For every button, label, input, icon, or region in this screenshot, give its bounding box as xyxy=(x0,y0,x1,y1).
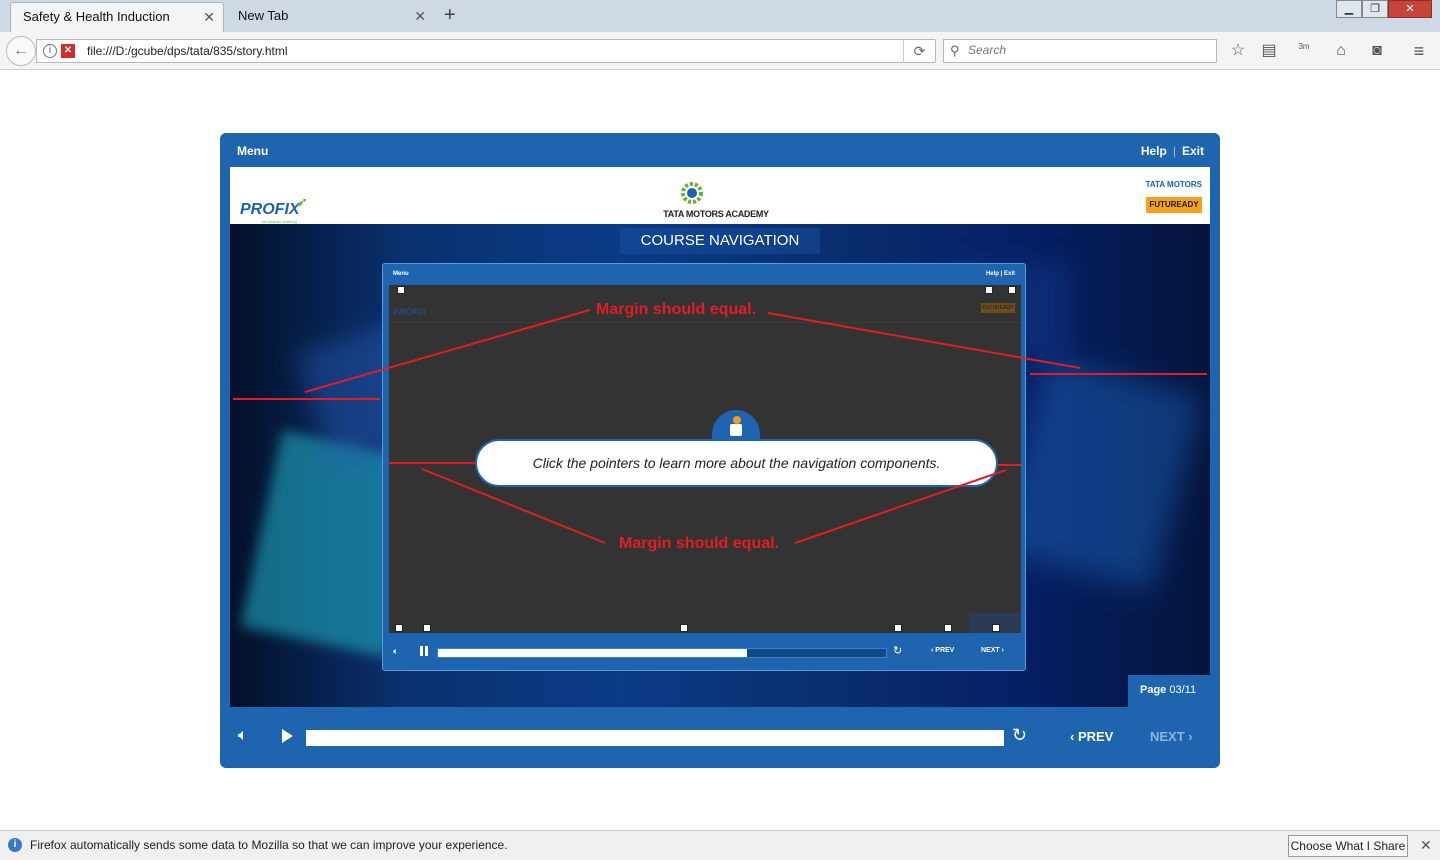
page-number: 03/11 xyxy=(1169,684,1197,696)
url-bar[interactable]: i ✕ file:///D:/gcube/dps/tata/835/story.… xyxy=(36,39,936,63)
course-top-bar: Menu Help | Exit xyxy=(220,133,1220,167)
selection-handle[interactable] xyxy=(395,624,403,632)
bookmark-star-icon[interactable]: ☆ xyxy=(1228,41,1248,61)
page-indicator: Page 03/11 xyxy=(1128,675,1210,707)
tab-label: New Tab xyxy=(238,8,289,23)
selection-handle[interactable] xyxy=(985,286,993,294)
selection-handle[interactable] xyxy=(992,624,1000,632)
menu-button[interactable]: Menu xyxy=(237,144,268,158)
reading-list-icon[interactable]: ▤ xyxy=(1259,41,1279,61)
tab-safety-health-induction[interactable]: Safety & Health Induction ✕ xyxy=(10,2,224,32)
download-icon[interactable]: 3m xyxy=(1294,41,1314,61)
url-text[interactable]: file:///D:/gcube/dps/tata/835/story.html xyxy=(87,44,288,58)
maximize-button[interactable]: ❐ xyxy=(1362,0,1388,18)
site-info-icon[interactable]: i xyxy=(43,44,57,58)
close-tab-icon[interactable]: ✕ xyxy=(203,9,215,26)
swoosh-icon: ➶ xyxy=(296,195,307,209)
embedded-controls: 🔈︎ ↻ ‹ PREV NEXT › xyxy=(383,640,1025,664)
annotation-bottom: Margin should equal. xyxy=(619,535,780,552)
page-favicon-icon: ✕ xyxy=(61,44,75,58)
notification-text: Firefox automatically sends some data to… xyxy=(30,838,508,852)
separator: | xyxy=(1172,144,1176,158)
hamburger-menu-icon[interactable]: ≡ xyxy=(1409,41,1429,61)
help-exit-links: Help | Exit xyxy=(1141,144,1204,158)
decorative-glow xyxy=(996,356,1204,592)
reload-icon[interactable]: ⟳ xyxy=(903,40,935,62)
embedded-volume-icon: 🔈︎ xyxy=(393,646,399,656)
browser-nav-bar: ← i ✕ file:///D:/gcube/dps/tata/835/stor… xyxy=(0,32,1440,70)
divider xyxy=(389,322,1021,323)
academy-logo-text: TATA MOTORS ACADEMY xyxy=(663,209,769,219)
selection-handle[interactable] xyxy=(944,624,952,632)
embedded-prev-label: ‹ PREV xyxy=(931,647,955,654)
home-icon[interactable]: ⌂ xyxy=(1331,41,1351,61)
pointer-glyph xyxy=(730,424,742,436)
minimize-button[interactable]: ▁ xyxy=(1336,0,1362,18)
profix-logo: PROFIX ➶ xyxy=(240,195,307,218)
prev-button[interactable]: ‹ PREV xyxy=(1070,729,1113,744)
embedded-menu-label: Menu xyxy=(393,271,409,277)
window-controls: ▁ ❐ ✕ xyxy=(1336,0,1432,18)
slide-title: COURSE NAVIGATION xyxy=(640,232,800,249)
player-controls: 🔈︎ ↻ ‹ PREV NEXT › xyxy=(220,715,1220,761)
annotation-top: Margin should equal. xyxy=(596,301,757,318)
new-tab-plus-icon[interactable]: + xyxy=(444,4,456,27)
instruction-callout: Click the pointers to learn more about t… xyxy=(475,439,998,487)
tab-label: Safety & Health Induction xyxy=(23,9,170,24)
logo-banner: PROFIX ➶ for smarter learning TATA MOTORS… xyxy=(230,167,1210,224)
search-bar[interactable]: ⚲ xyxy=(943,39,1217,63)
close-window-button[interactable]: ✕ xyxy=(1388,0,1432,18)
tab-new-tab[interactable]: New Tab ✕ xyxy=(226,2,434,32)
selection-handle[interactable] xyxy=(1008,286,1016,294)
futuready-logo: FUTUREADY xyxy=(1146,197,1202,213)
close-notification-icon[interactable]: ✕ xyxy=(1420,837,1432,854)
embedded-profix-logo: PROFIX xyxy=(393,307,427,317)
download-badge: 3m xyxy=(1298,42,1310,51)
embedded-seek-bar xyxy=(437,648,887,658)
info-icon: i xyxy=(8,838,22,852)
seek-bar[interactable] xyxy=(306,730,1004,746)
embedded-replay-icon: ↻ xyxy=(893,645,903,657)
replay-icon[interactable]: ↻ xyxy=(1012,725,1027,746)
exit-link[interactable]: Exit xyxy=(1182,144,1204,158)
embedded-help-exit: Help | Exit xyxy=(985,271,1015,277)
page-label: Page xyxy=(1140,684,1167,696)
browser-tab-bar: Safety & Health Induction ✕ New Tab ✕ + … xyxy=(0,0,1440,32)
tata-motors-logo: TATA MOTORS xyxy=(1145,180,1202,189)
embedded-pause-icon xyxy=(420,646,428,656)
embedded-top-bar: Menu Help | Exit xyxy=(383,264,1025,284)
selection-handle[interactable] xyxy=(397,286,405,294)
search-input[interactable] xyxy=(968,43,1208,57)
seek-bar-fill xyxy=(307,731,1003,745)
back-icon[interactable]: ← xyxy=(6,36,36,66)
selection-handle[interactable] xyxy=(680,624,688,632)
academy-emblem-icon xyxy=(681,182,703,204)
volume-icon[interactable]: 🔈︎ xyxy=(238,727,248,745)
choose-what-i-share-button[interactable]: Choose What I Share xyxy=(1288,835,1408,857)
search-icon: ⚲ xyxy=(950,43,960,58)
next-button[interactable]: NEXT › xyxy=(1150,729,1193,744)
embedded-next-label: NEXT › xyxy=(981,647,1004,654)
embedded-futuready-logo: FUTUREADY xyxy=(981,303,1015,313)
embedded-seek-fill xyxy=(438,649,748,657)
help-link[interactable]: Help xyxy=(1141,144,1167,158)
play-icon[interactable] xyxy=(282,729,293,743)
selection-handle[interactable] xyxy=(423,624,431,632)
selection-handle[interactable] xyxy=(894,624,902,632)
close-tab-icon[interactable]: ✕ xyxy=(414,8,426,25)
notification-bar: i Firefox automatically sends some data … xyxy=(0,830,1440,860)
pointer-dot xyxy=(733,416,741,424)
pocket-icon[interactable]: ◙ xyxy=(1367,41,1387,61)
